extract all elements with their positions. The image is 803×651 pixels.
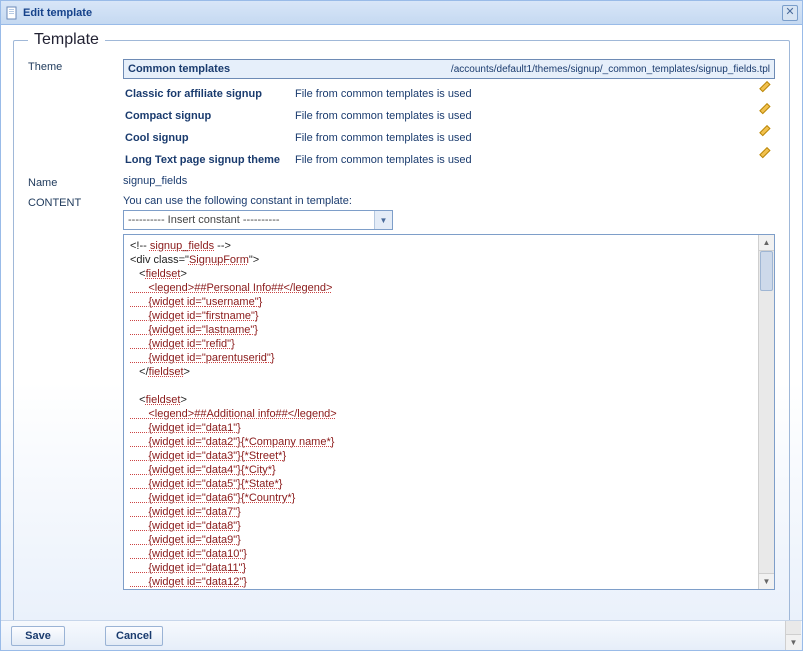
theme-item-name: Compact signup	[125, 110, 295, 122]
pencil-icon	[759, 130, 773, 144]
edit-theme-button[interactable]	[751, 108, 773, 125]
pencil-icon	[759, 108, 773, 122]
select-value: ---------- Insert constant ----------	[128, 214, 280, 226]
theme-item-name: Long Text page signup theme	[125, 154, 295, 166]
selected-theme-box[interactable]: Common templates /accounts/default1/them…	[123, 59, 775, 79]
theme-item-file: File from common templates is used	[295, 110, 751, 122]
close-button[interactable]: ✕	[782, 5, 798, 21]
scroll-down-icon[interactable]: ▼	[786, 634, 801, 650]
theme-label: Theme	[28, 59, 123, 73]
edit-theme-button[interactable]	[751, 86, 773, 103]
edit-template-window: Edit template ✕ Template Theme Common te…	[0, 0, 803, 651]
template-fieldset: Template Theme Common templates /account…	[13, 31, 790, 620]
scroll-down-button[interactable]: ▼	[759, 573, 774, 589]
theme-item-file: File from common templates is used	[295, 132, 751, 144]
theme-list: Classic for affiliate signup File from c…	[123, 83, 775, 171]
insert-constant-select[interactable]: ---------- Insert constant ---------- ▼	[123, 210, 393, 230]
window-body: Template Theme Common templates /account…	[1, 25, 802, 620]
name-value: signup_fields	[123, 175, 775, 187]
name-row: Name signup_fields	[28, 175, 775, 189]
scroll-thumb[interactable]	[760, 251, 773, 291]
theme-item-file: File from common templates is used	[295, 154, 751, 166]
template-code-editor[interactable]: <!-- signup_fields --> <div class="Signu…	[123, 234, 775, 590]
footer: Save Cancel ▼	[1, 620, 802, 650]
cancel-button[interactable]: Cancel	[105, 626, 163, 646]
theme-item-name: Classic for affiliate signup	[125, 88, 295, 100]
outer-scrollbar[interactable]: ▼	[785, 621, 801, 650]
constant-hint: You can use the following constant in te…	[123, 195, 775, 207]
content-label: CONTENT	[28, 195, 123, 209]
selected-theme-name: Common templates	[128, 63, 230, 75]
document-icon	[5, 6, 19, 20]
editor-scrollbar[interactable]: ▲ ▼	[758, 235, 774, 589]
titlebar: Edit template ✕	[1, 1, 802, 25]
chevron-down-icon: ▼	[374, 211, 392, 229]
selected-theme-path: /accounts/default1/themes/signup/_common…	[451, 64, 770, 75]
theme-item-file: File from common templates is used	[295, 88, 751, 100]
theme-item[interactable]: Classic for affiliate signup File from c…	[123, 83, 775, 105]
close-icon: ✕	[785, 7, 794, 18]
fieldset-legend: Template	[28, 31, 105, 49]
scroll-track[interactable]	[759, 251, 774, 573]
window-title: Edit template	[23, 7, 782, 19]
theme-item-name: Cool signup	[125, 132, 295, 144]
edit-theme-button[interactable]	[751, 130, 773, 147]
pencil-icon	[759, 152, 773, 166]
pencil-icon	[759, 86, 773, 100]
theme-item[interactable]: Long Text page signup theme File from co…	[123, 149, 775, 171]
theme-row: Theme Common templates /accounts/default…	[28, 59, 775, 171]
code-text[interactable]: <!-- signup_fields --> <div class="Signu…	[124, 235, 758, 589]
save-button[interactable]: Save	[11, 626, 65, 646]
content-row: CONTENT You can use the following consta…	[28, 195, 775, 590]
name-label: Name	[28, 175, 123, 189]
edit-theme-button[interactable]	[751, 152, 773, 169]
scroll-up-button[interactable]: ▲	[759, 235, 774, 251]
theme-item[interactable]: Cool signup File from common templates i…	[123, 127, 775, 149]
theme-item[interactable]: Compact signup File from common template…	[123, 105, 775, 127]
